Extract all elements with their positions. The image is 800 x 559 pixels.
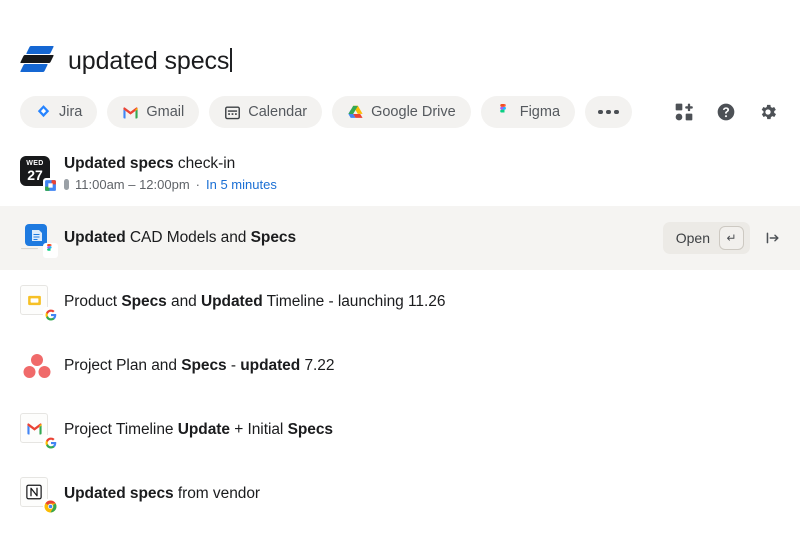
result-title-part: check-in [174, 155, 236, 172]
app-logo [20, 43, 54, 77]
result-text: Project Timeline Update + Initial Specs [64, 420, 782, 440]
figma-icon [496, 104, 513, 121]
result-title: Updated CAD Models and Specs [64, 228, 651, 248]
google-calendar-badge [43, 178, 58, 193]
result-title-part: Specs [121, 293, 166, 310]
calendar-weekday: WED [26, 160, 44, 167]
enter-key-icon: ↵ [719, 226, 744, 250]
result-title-part: Project Plan and [64, 357, 181, 374]
result-title: Project Timeline Update + Initial Specs [64, 420, 782, 440]
result-title-part: and [167, 293, 201, 310]
result-row-asana-task[interactable]: Project Plan and Specs - updated 7.22 [0, 334, 800, 398]
filter-chip-row: Jira Gmail Calendar [0, 84, 800, 140]
event-countdown: In 5 minutes [206, 177, 277, 193]
filter-chip-google-drive[interactable]: Google Drive [332, 96, 471, 128]
subtitle-separator: · [196, 177, 200, 193]
result-title-part: Timeline - launching 11.26 [263, 293, 446, 310]
result-text: Product Specs and Updated Timeline - lau… [64, 292, 782, 312]
figma-badge [43, 243, 58, 258]
filter-chip-label: Figma [520, 104, 560, 120]
result-row-calendar-event[interactable]: WED 27 Updated specs check-in 11:00am – … [0, 140, 800, 206]
result-row-google-slides[interactable]: Product Specs and Updated Timeline - lau… [0, 270, 800, 334]
result-title-part: Updated specs [64, 155, 174, 172]
result-text: Updated CAD Models and Specs [64, 228, 651, 248]
result-text: Updated specs from vendor [64, 484, 782, 504]
filter-chip-jira[interactable]: Jira [20, 96, 97, 128]
filter-chip-label: Gmail [146, 104, 184, 120]
result-row-gmail-message[interactable]: Project Timeline Update + Initial Specs [0, 398, 800, 462]
google-slides-icon [20, 285, 54, 319]
google-badge [43, 435, 58, 450]
add-apps-icon[interactable] [674, 102, 694, 122]
result-title-part: Updated specs [64, 485, 174, 502]
result-title: Updated specs from vendor [64, 484, 782, 504]
filter-chip-gmail[interactable]: Gmail [107, 96, 199, 128]
result-row-notion-page[interactable]: Updated specs from vendor [0, 462, 800, 526]
result-title-part: Update [178, 421, 230, 438]
asana-icon [20, 349, 54, 383]
result-title-part: from vendor [174, 485, 260, 502]
notion-icon [20, 477, 54, 511]
tab-arrow-icon[interactable] [764, 229, 782, 247]
filter-chip-figma[interactable]: Figma [481, 96, 575, 128]
calendar-icon [224, 104, 241, 121]
gmail-icon [122, 104, 139, 121]
result-title-part: Specs [251, 229, 296, 246]
filter-chip-more[interactable] [585, 96, 632, 128]
search-results-list: WED 27 Updated specs check-in 11:00am – … [0, 140, 800, 526]
result-title-part: updated [240, 357, 300, 374]
result-title-part: CAD Models and [126, 229, 251, 246]
result-title: Product Specs and Updated Timeline - lau… [64, 292, 782, 312]
result-title-part: - [227, 357, 241, 374]
help-icon[interactable] [716, 102, 736, 122]
search-input[interactable]: updated specs [68, 45, 232, 76]
result-text: Project Plan and Specs - updated 7.22 [64, 356, 782, 376]
result-subtitle: 11:00am – 12:00pm · In 5 minutes [64, 177, 782, 193]
result-row-figma-file[interactable]: Updated CAD Models and Specs Open ↵ [0, 206, 800, 270]
result-title: Project Plan and Specs - updated 7.22 [64, 356, 782, 376]
more-dots-icon [598, 110, 619, 115]
google-badge [43, 307, 58, 322]
filter-chip-label: Jira [59, 104, 82, 120]
gear-icon[interactable] [758, 102, 778, 122]
event-time: 11:00am – 12:00pm [75, 177, 190, 193]
chrome-badge [43, 499, 58, 514]
calendar-day: 27 [27, 168, 43, 182]
result-text: Updated specs check-in 11:00am – 12:00pm… [64, 154, 782, 193]
jira-icon [35, 104, 52, 121]
search-query-text: updated specs [68, 46, 229, 76]
figma-file-icon [20, 221, 54, 255]
result-title-part: Updated [201, 293, 263, 310]
filter-chip-label: Google Drive [371, 104, 456, 120]
open-button[interactable]: Open ↵ [663, 222, 750, 254]
header-actions [674, 84, 778, 140]
google-drive-icon [347, 104, 364, 121]
gmail-message-icon [20, 413, 54, 447]
result-title-part: 7.22 [300, 357, 334, 374]
search-bar[interactable]: updated specs [0, 0, 800, 84]
text-caret [230, 48, 232, 72]
result-title: Updated specs check-in [64, 154, 782, 174]
result-title-part: Product [64, 293, 121, 310]
result-title-part: Specs [288, 421, 333, 438]
filter-chip-calendar[interactable]: Calendar [209, 96, 322, 128]
result-title-part: Updated [64, 229, 126, 246]
open-button-label: Open [676, 230, 710, 246]
result-title-part: + Initial [230, 421, 288, 438]
calendar-event-icon: WED 27 [20, 156, 54, 190]
filter-chip-label: Calendar [248, 104, 307, 120]
result-row-actions: Open ↵ [663, 222, 782, 254]
result-title-part: Specs [181, 357, 226, 374]
duration-pill-icon [64, 179, 69, 190]
result-title-part: Project Timeline [64, 421, 178, 438]
